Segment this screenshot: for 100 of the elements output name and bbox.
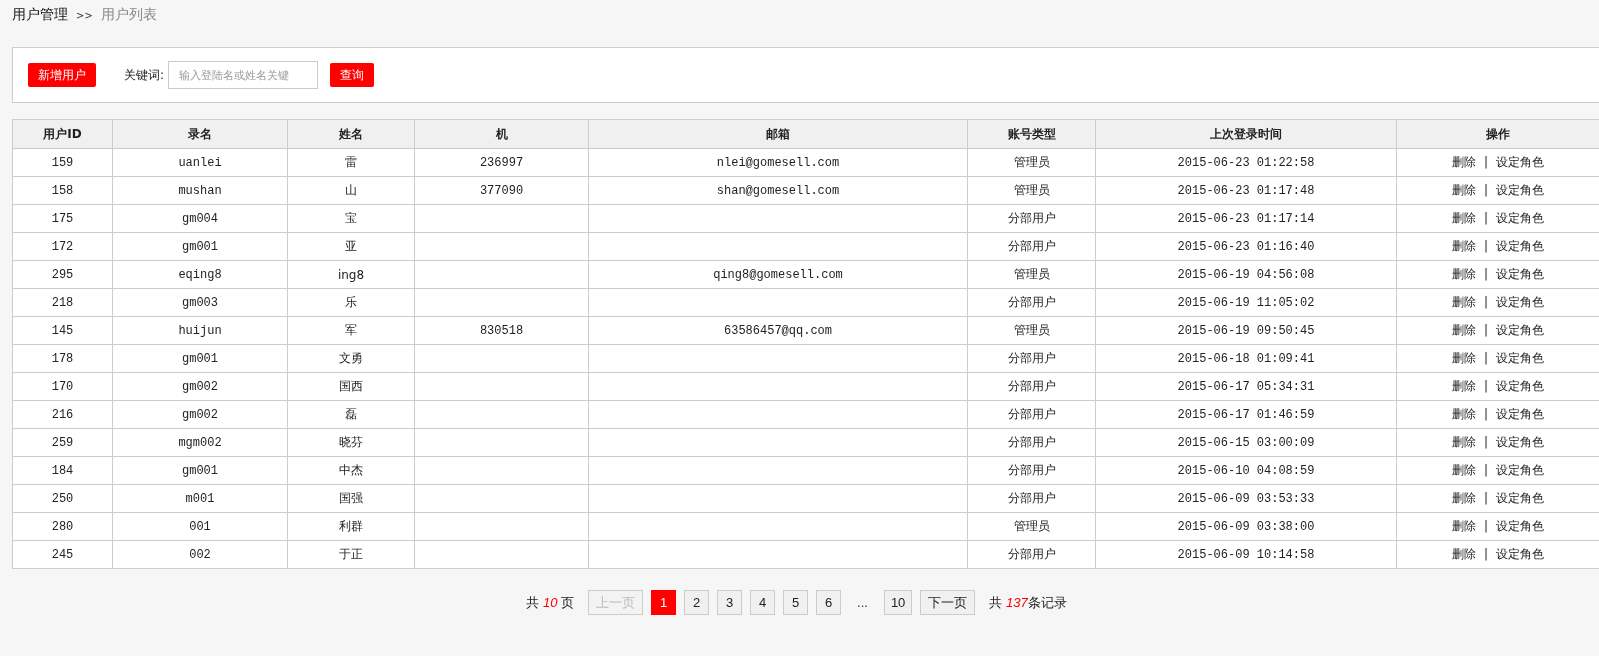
- delete-link[interactable]: 删除: [1451, 267, 1476, 281]
- table-cell: 管理员: [1013, 519, 1050, 533]
- table-cell: 管理员: [1013, 267, 1050, 281]
- table-cell: 分部用户: [1007, 547, 1056, 561]
- set-role-link[interactable]: 设定角色: [1496, 183, 1544, 197]
- page-button[interactable]: 6: [816, 590, 842, 615]
- table-cell: 2015-06-18 01:09:41: [1177, 351, 1315, 366]
- table-cell: 乐: [345, 295, 357, 309]
- table-cell: 山: [345, 183, 357, 197]
- table-cell: 245: [51, 547, 74, 562]
- delete-link[interactable]: 删除: [1451, 547, 1476, 561]
- set-role-link[interactable]: 设定角色: [1496, 155, 1544, 169]
- delete-link[interactable]: 删除: [1451, 323, 1476, 337]
- page-button[interactable]: 2: [684, 590, 710, 615]
- action-separator: |: [1483, 155, 1488, 169]
- table-cell: 2015-06-23 01:16:40: [1177, 239, 1315, 254]
- table-cell: 2015-06-23 01:17:48: [1177, 183, 1315, 198]
- delete-link[interactable]: 删除: [1451, 463, 1476, 477]
- table-cell: gm001: [182, 351, 218, 366]
- set-role-link[interactable]: 设定角色: [1496, 295, 1544, 309]
- table-cell: 文勇: [339, 351, 363, 365]
- table-cell: mgm002: [178, 435, 222, 450]
- column-header: 上次登录时间: [1210, 126, 1282, 141]
- table-cell: 2015-06-10 04:08:59: [1177, 463, 1315, 478]
- table-cell: 国西: [339, 379, 363, 393]
- next-page-button[interactable]: 下一页: [920, 590, 976, 615]
- set-role-link[interactable]: 设定角色: [1496, 239, 1544, 253]
- pagination-ellipsis: ...: [857, 595, 868, 610]
- set-role-link[interactable]: 设定角色: [1496, 323, 1544, 337]
- set-role-link[interactable]: 设定角色: [1496, 519, 1544, 533]
- set-role-link[interactable]: 设定角色: [1496, 547, 1544, 561]
- table-cell: eqing8: [178, 267, 222, 282]
- action-separator: |: [1483, 295, 1488, 309]
- add-user-button[interactable]: 新增用户: [28, 63, 96, 87]
- table-cell: 830518: [479, 323, 524, 338]
- table-cell: 2015-06-23 01:17:14: [1177, 211, 1315, 226]
- column-header: 账号类型: [1007, 126, 1056, 141]
- table-cell: 分部用户: [1007, 351, 1056, 365]
- table-cell: 295: [51, 267, 74, 282]
- delete-link[interactable]: 删除: [1451, 435, 1476, 449]
- delete-link[interactable]: 删除: [1451, 351, 1476, 365]
- delete-link[interactable]: 删除: [1451, 239, 1476, 253]
- page-button[interactable]: 3: [717, 590, 743, 615]
- page-button[interactable]: 5: [783, 590, 809, 615]
- set-role-link[interactable]: 设定角色: [1496, 407, 1544, 421]
- table-cell: 分部用户: [1007, 491, 1056, 505]
- table-cell: ing8: [337, 267, 365, 282]
- set-role-link[interactable]: 设定角色: [1496, 435, 1544, 449]
- table-cell: nlei@gomesell.com: [716, 155, 840, 170]
- action-separator: |: [1483, 547, 1488, 561]
- table-cell: 216: [51, 407, 74, 422]
- table-cell: 国强: [339, 491, 363, 505]
- delete-link[interactable]: 删除: [1451, 155, 1476, 169]
- table-cell: qing8@gomesell.com: [713, 267, 843, 282]
- action-separator: |: [1483, 519, 1488, 533]
- table-cell: 宝: [345, 211, 357, 225]
- column-header: 机: [495, 126, 508, 141]
- table-cell: 170: [51, 379, 74, 394]
- table-cell: 管理员: [1013, 183, 1050, 197]
- table-cell: 280: [51, 519, 74, 534]
- table-cell: 001: [189, 519, 211, 534]
- table-cell: 军: [345, 323, 357, 337]
- delete-link[interactable]: 删除: [1451, 407, 1476, 421]
- table-cell: gm002: [182, 407, 218, 422]
- set-role-link[interactable]: 设定角色: [1496, 211, 1544, 225]
- total-pages-text: 共 10 页: [526, 593, 575, 612]
- delete-link[interactable]: 删除: [1451, 519, 1476, 533]
- set-role-link[interactable]: 设定角色: [1496, 267, 1544, 281]
- table-cell: 分部用户: [1007, 435, 1056, 449]
- query-button[interactable]: 查询: [330, 63, 375, 87]
- action-separator: |: [1483, 407, 1488, 421]
- delete-link[interactable]: 删除: [1451, 183, 1476, 197]
- table-cell: 2015-06-17 05:34:31: [1177, 379, 1315, 394]
- table-cell: 利群: [339, 519, 363, 533]
- action-separator: |: [1483, 435, 1488, 449]
- set-role-link[interactable]: 设定角色: [1496, 463, 1544, 477]
- page-button[interactable]: 10: [883, 590, 913, 615]
- set-role-link[interactable]: 设定角色: [1496, 379, 1544, 393]
- breadcrumb-link[interactable]: 用户管理: [12, 6, 68, 24]
- action-separator: |: [1483, 351, 1488, 365]
- table-cell: 178: [51, 351, 74, 366]
- table-cell: 晓芬: [339, 435, 363, 449]
- table-cell: 2015-06-15 03:00:09: [1177, 435, 1315, 450]
- page-button[interactable]: 4: [750, 590, 776, 615]
- search-field[interactable]: 输入登陆名或姓名关键: [168, 61, 319, 89]
- breadcrumb-current: 用户列表: [100, 6, 157, 24]
- table-cell: 2015-06-09 10:14:58: [1177, 547, 1315, 562]
- table-cell: 145: [51, 323, 74, 338]
- table-cell: 2015-06-19 04:56:08: [1177, 267, 1315, 282]
- delete-link[interactable]: 删除: [1451, 295, 1476, 309]
- table-cell: 分部用户: [1007, 295, 1056, 309]
- set-role-link[interactable]: 设定角色: [1496, 491, 1544, 505]
- delete-link[interactable]: 删除: [1451, 379, 1476, 393]
- set-role-link[interactable]: 设定角色: [1496, 351, 1544, 365]
- page-button[interactable]: 1: [651, 590, 677, 615]
- table-cell: 175: [51, 211, 74, 226]
- action-separator: |: [1483, 239, 1488, 253]
- table-cell: mushan: [178, 183, 222, 198]
- delete-link[interactable]: 删除: [1451, 491, 1476, 505]
- delete-link[interactable]: 删除: [1451, 211, 1476, 225]
